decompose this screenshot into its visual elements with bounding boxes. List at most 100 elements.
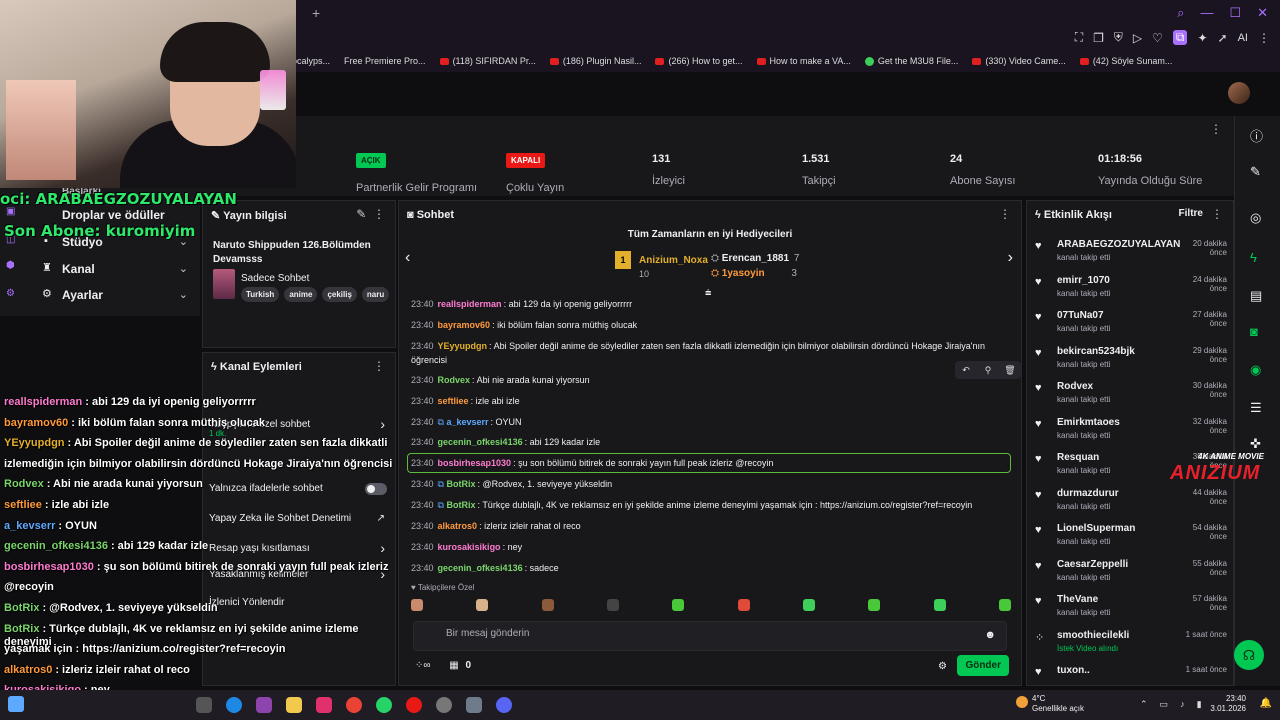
message-username[interactable]: BotRix [446,479,475,489]
broadcast-icon[interactable]: ◉ [1250,362,1261,378]
more-icon[interactable]: ⋮ [1210,122,1222,136]
more-icon[interactable]: ⋮ [999,207,1011,221]
notification-icon[interactable]: 🔔 [1260,698,1272,709]
stream-tag[interactable]: çekiliş [322,287,357,302]
bookmark-item[interactable]: (266) How to get... [655,56,743,66]
emote-icon[interactable] [476,599,489,611]
info-icon[interactable]: ⓘ [1250,126,1263,145]
activity-user[interactable]: Resquan [1057,452,1099,463]
message-username[interactable]: reallspiderman [438,299,502,309]
emote-icon[interactable] [411,599,423,611]
sidebar-item-settings[interactable]: Ayarlar [62,288,103,302]
edit-icon[interactable]: ✎ [1250,164,1261,180]
extension-icon[interactable]: ⧉ [1172,30,1188,45]
activity-user[interactable]: Rodvex [1057,381,1093,392]
copilot-icon[interactable] [256,697,272,713]
chevron-down-icon[interactable]: ⌄ [179,262,188,275]
settings-icon[interactable]: ⚙ [938,661,947,672]
chat-icon[interactable]: ◙ [1250,324,1258,339]
chevron-up-icon[interactable]: ⌃ [1140,699,1148,710]
copy-icon[interactable]: ❐ [1093,31,1104,45]
activity-user[interactable]: Emirkmtaoes [1057,417,1120,428]
more-icon[interactable]: ⋮ [1211,207,1223,221]
trash-icon[interactable]: 🗑 [999,361,1021,379]
instagram-icon[interactable] [316,697,332,713]
puzzle-icon[interactable]: ✦ [1197,31,1207,45]
emote-icon[interactable] [606,599,619,611]
emote-icon[interactable] [737,599,750,611]
message-username[interactable]: alkatros0 [438,521,478,531]
message-username[interactable]: gecenin_ofkesi4136 [438,437,523,447]
activity-user[interactable]: ARABAEGZOZUYALAYAN [1057,239,1180,250]
menu-icon[interactable]: ⋮ [1258,31,1270,45]
heart-icon[interactable]: ♡ [1152,31,1163,45]
message-username[interactable]: Rodvex [438,375,471,385]
shield-icon[interactable]: ⛨ [1114,30,1123,45]
emoji-icon[interactable]: ☻ [984,629,996,641]
new-tab-button[interactable]: + [312,5,320,21]
play-icon[interactable]: ▷ [1133,31,1142,45]
app-icon[interactable] [466,697,482,713]
lightning-icon[interactable]: ϟ [1250,250,1257,265]
bookmark-item[interactable]: (42) Söyle Sunam... [1079,56,1172,66]
whatsapp-icon[interactable] [376,697,392,713]
emote-icon[interactable] [672,599,685,611]
more-icon[interactable]: ⋮ [373,359,385,373]
emote-icon[interactable] [541,599,554,611]
speaker-icon[interactable]: ♪ [1180,699,1185,710]
chevron-left-icon[interactable]: ‹ [405,249,410,267]
clock[interactable]: 23:40 3.01.2026 [1210,694,1246,714]
headset-fab[interactable]: ☊ [1234,640,1264,670]
emote-icon[interactable] [868,599,881,611]
edge-icon[interactable] [226,697,242,713]
search-icon[interactable]: ⌕ [1177,5,1184,21]
bookmark-item[interactable]: Free Premiere Pro... [344,56,426,66]
bookmark-item[interactable]: ocalyps... [292,56,330,66]
maximize-icon[interactable]: ☐ [1229,5,1241,21]
category-name[interactable]: Sadece Sohbet [241,273,309,284]
stream-tag[interactable]: Turkish [241,287,280,302]
pin-icon[interactable]: ⚲ [977,361,999,379]
message-username[interactable]: bosbirhesap1030 [438,458,512,468]
activity-user[interactable]: durmazdurur [1057,488,1119,499]
message-username[interactable]: YEyyupdgn [438,341,488,351]
stream-tag[interactable]: anime [284,287,318,302]
activity-user[interactable]: smoothiecilekli [1057,630,1129,641]
store-icon[interactable]: ▦ [449,660,458,671]
message-username[interactable]: a_kevserr [446,417,488,427]
settings-icon[interactable] [436,697,452,713]
message-username[interactable]: bayramov60 [438,320,491,330]
sidebar-item-drops[interactable]: Droplar ve ödüller [62,208,165,222]
bookmark-item[interactable]: (118) SIFIRDAN Pr... [439,56,536,66]
activity-user[interactable]: TheVane [1057,594,1098,605]
target-icon[interactable]: ◎ [1250,210,1261,226]
avatar[interactable] [1228,82,1250,104]
bookmark-item[interactable]: Get the M3U8 File... [864,56,958,66]
more-icon[interactable]: ✎ ⋮ [356,207,385,221]
task-view-icon[interactable] [196,697,212,713]
emote-icon[interactable] [802,599,815,611]
bookmark-item[interactable]: (330) Video Came... [972,56,1066,66]
chevron-right-icon[interactable]: › [1008,249,1013,267]
activity-user[interactable]: LionelSuperman [1057,523,1135,534]
channel-points-icon[interactable]: ⁘∞ [415,660,431,671]
message-username[interactable]: kurosakisikigo [438,542,501,552]
battery-icon[interactable]: ▮ [1197,699,1202,710]
activity-user[interactable]: tuxon.. [1057,665,1090,676]
close-icon[interactable]: ✕ [1257,5,1268,21]
send-icon[interactable]: ➚ [1218,31,1228,45]
server-icon[interactable]: ☰ [1250,400,1262,416]
screenshot-icon[interactable]: ⛶ [1075,30,1083,45]
message-username[interactable]: seftliee [438,396,469,406]
chat-input[interactable] [446,628,946,639]
clipboard-icon[interactable]: ▤ [1250,288,1262,304]
ai-button[interactable]: AI [1238,32,1248,44]
chrome-icon[interactable] [346,697,362,713]
send-button[interactable]: Gönder [957,655,1009,676]
weather-widget[interactable]: 4°C Genellikle açık [1016,694,1084,714]
message-username[interactable]: gecenin_ofkesi4136 [438,563,523,573]
network-icon[interactable]: ▭ [1160,699,1169,710]
bookmark-item[interactable]: (186) Plugin Nasil... [549,56,641,66]
activity-user[interactable]: CaesarZeppelli [1057,559,1128,570]
filter-button[interactable]: Filtre [1179,208,1203,219]
